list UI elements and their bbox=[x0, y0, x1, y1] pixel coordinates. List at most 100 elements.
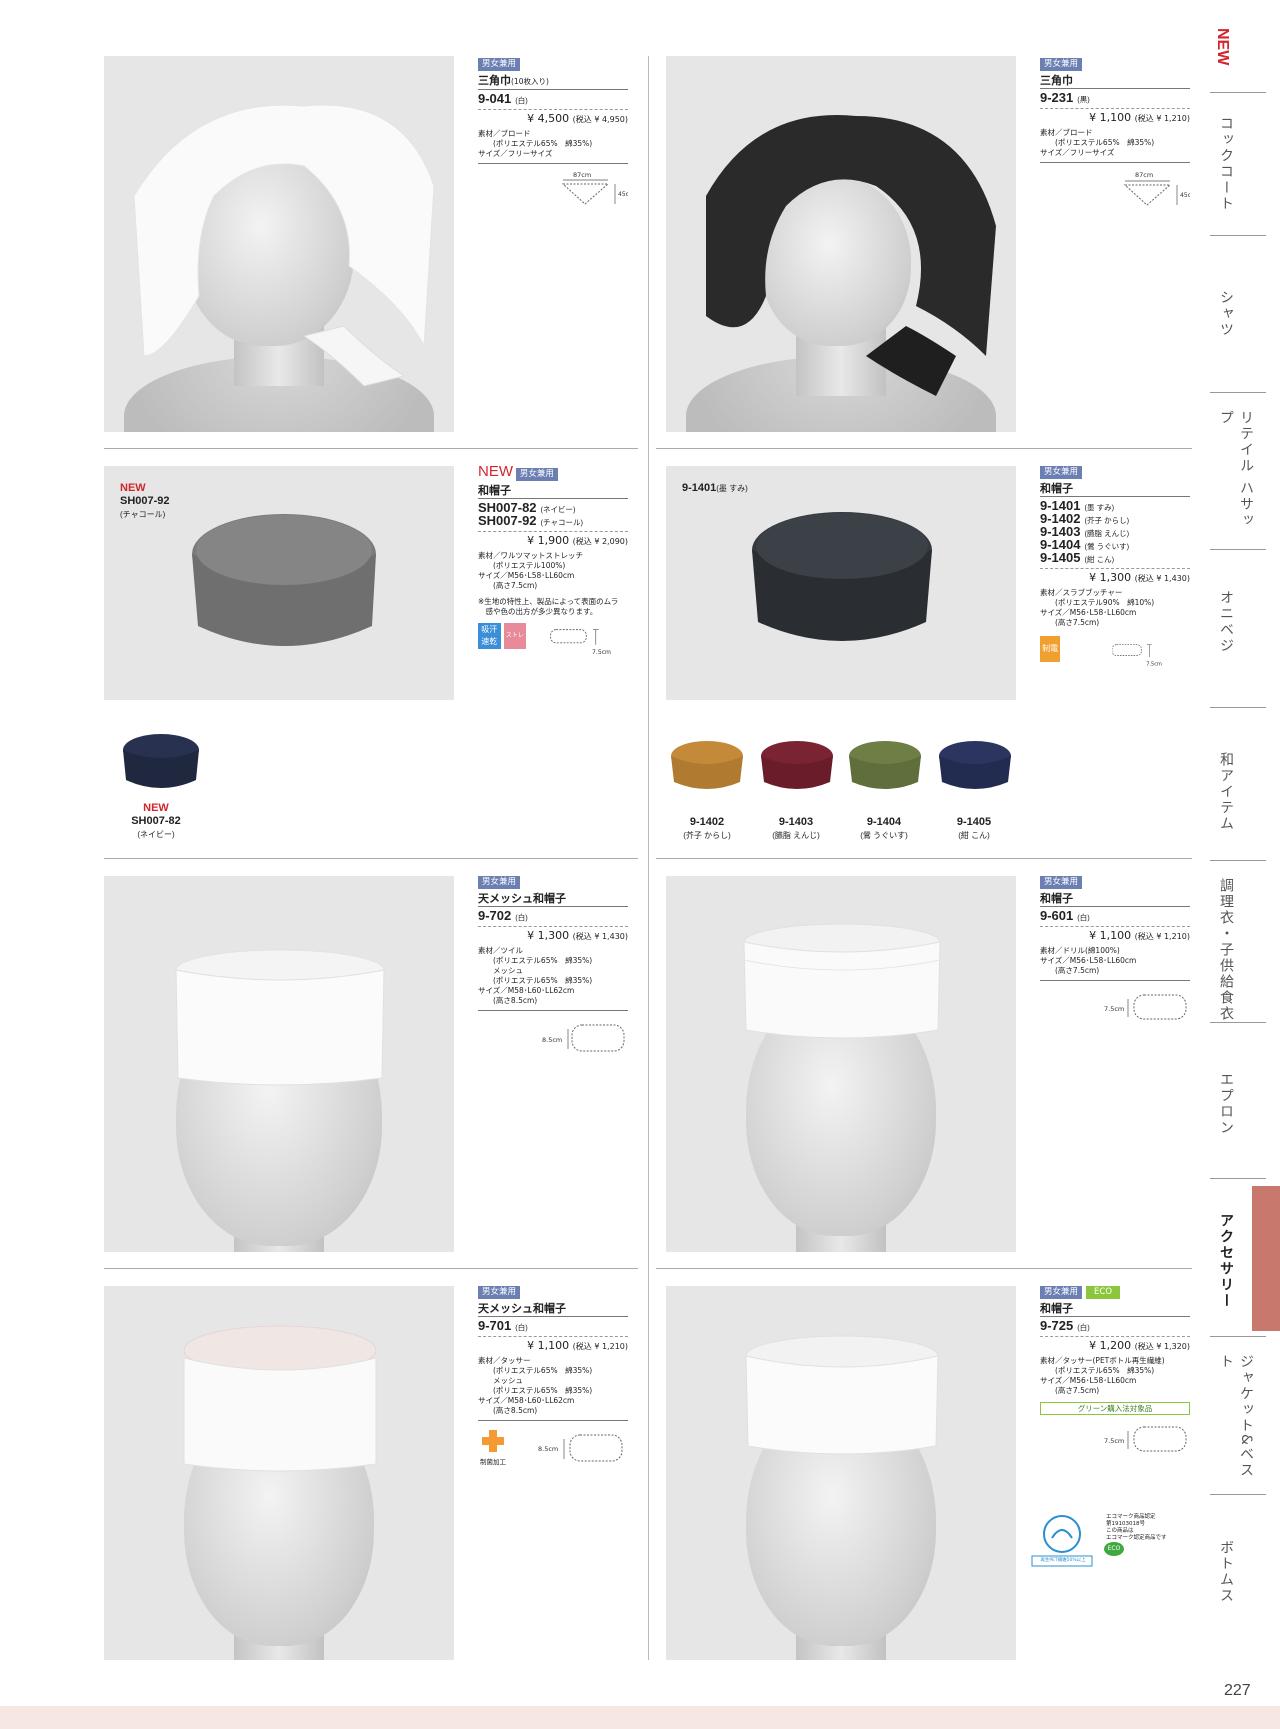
product-spec: 素材／ブロード (ポリエステル65% 綿35%) サイズ／フリーサイズ bbox=[478, 129, 593, 158]
product-price: ¥ 1,100 (税込 ¥ 1,210) bbox=[527, 1339, 628, 1352]
side-tab-accessory-active[interactable] bbox=[1252, 1186, 1280, 1331]
product-spec: 素材／ドリル(綿100%) サイズ／M56･L58･LL60cm (高さ7.5c… bbox=[1040, 946, 1137, 975]
unisex-badge: 男女兼用 bbox=[1040, 466, 1083, 479]
product-name: 和帽子 bbox=[478, 484, 511, 497]
swatch-label-9-1405: 9-1405 (紺 こん) bbox=[956, 816, 992, 840]
unisex-badge: 男女兼用 bbox=[478, 876, 521, 889]
dim-height-label: 45cm bbox=[618, 191, 628, 198]
new-label: NEW bbox=[478, 463, 513, 480]
ecomark-small-icon: ECO bbox=[1104, 1542, 1124, 1556]
stretch-icon: ストレッチ bbox=[503, 623, 527, 665]
product-info-9-231: 男女兼用 三角巾 9-231 (黒) ¥ 1,100 (税込 ¥ 1,210) 素… bbox=[1040, 58, 1197, 225]
product-code-2: SH007-92 (チャコール) bbox=[478, 513, 583, 528]
swatch-label-9-1403: 9-1403 (臙脂 えんじ) bbox=[772, 816, 820, 840]
ecomark-text: エコマーク商品認定 第19103018号 この商品は エコマーク認定商品です bbox=[1106, 1514, 1167, 1541]
eco-white-cap-725 bbox=[745, 1335, 939, 1455]
product-name: 天メッシュ和帽子 bbox=[478, 892, 566, 905]
product-photo-9-601 bbox=[666, 876, 1016, 1252]
dim-height-label: 7.5cm bbox=[1146, 662, 1162, 668]
dim-height-label: 7.5cm bbox=[1104, 1437, 1124, 1445]
product-photo-9-1401 bbox=[666, 466, 1016, 700]
product-info-9-725: 男女兼用 ECO 和帽子 9-725 (白) ¥ 1,200 (税込 ¥ 1,320… bbox=[1040, 1286, 1190, 1465]
product-info-sh007: NEW 男女兼用 和帽子 SH007-82 (ネイビー) SH007-92 (チャコ… bbox=[478, 463, 628, 665]
product-price: ¥ 1,100 (税込 ¥ 1,210) bbox=[1089, 929, 1190, 942]
side-tab-new[interactable]: NEW bbox=[1213, 28, 1231, 65]
unisex-badge: 男女兼用 bbox=[478, 58, 521, 71]
triangle-size-diagram: 87cm 45cm bbox=[561, 171, 635, 205]
pet-fiber-label: 再生PET繊維50%以上 bbox=[1040, 1558, 1086, 1563]
side-tab-apron[interactable]: エプロン bbox=[1216, 1072, 1236, 1136]
product-info-9-702: 男女兼用 天メッシュ和帽子 9-702 (白) ¥ 1,300 (税込 ¥ 1,4… bbox=[478, 876, 628, 1065]
swatch-cap-9-1405[interactable] bbox=[934, 736, 1016, 796]
unisex-badge: 男女兼用 bbox=[1040, 1286, 1083, 1299]
footer-band bbox=[0, 1706, 1280, 1729]
product-info-9-1401: 男女兼用 和帽子 9-1401 (墨 すみ) 9-1402 (芥子 からし) 9-1… bbox=[1040, 466, 1190, 672]
side-tab-cook-coat[interactable]: コックコート bbox=[1216, 116, 1236, 212]
swatch-label-9-1402: 9-1402 (芥子 からし) bbox=[683, 816, 731, 840]
cap-height-diagram: 7.5cm bbox=[550, 629, 611, 656]
side-tab-jacket-vest[interactable]: ジャケット&ベスト bbox=[1216, 1354, 1256, 1494]
eco-badge: ECO bbox=[1086, 1286, 1121, 1299]
unisex-badge: 男女兼用 bbox=[1040, 58, 1083, 71]
cap-height-diagram: 8.5cm bbox=[542, 1024, 625, 1052]
product-name: 天メッシュ和帽子 bbox=[478, 1302, 566, 1315]
dim-height-label: 8.5cm bbox=[542, 1036, 562, 1044]
product-price: ¥ 1,100 (税込 ¥ 1,210) bbox=[1089, 111, 1190, 124]
navy-cap-thumbnail bbox=[123, 734, 199, 788]
black-headscarf bbox=[706, 115, 996, 396]
dim-height-label: 7.5cm bbox=[592, 649, 611, 656]
product-name: 和帽子 bbox=[1040, 892, 1073, 905]
row-divider-1b bbox=[656, 448, 1192, 449]
quick-dry-icon: 吸汗速乾 bbox=[478, 623, 501, 649]
row-divider-2b bbox=[656, 858, 1192, 859]
product-spec: 素材／タッサー (ポリエステル65% 綿35%) メッシュ (ポリエステル65%… bbox=[478, 1356, 593, 1415]
dim-width-label: 87cm bbox=[1135, 171, 1153, 179]
product-note: ※生地の特性上、製品によって表面のムラ 感や色の出方が多少異なります。 bbox=[478, 597, 619, 616]
mesh-top-cap-701 bbox=[183, 1325, 377, 1472]
side-tab-accessory[interactable]: アクセサリー bbox=[1216, 1213, 1236, 1309]
side-tab-onivege[interactable]: オニベジ bbox=[1216, 590, 1236, 654]
product-photo-9-701 bbox=[104, 1286, 454, 1660]
cap-height-diagram: 7.5cm bbox=[1104, 994, 1187, 1020]
product-spec: 素材／ブロード (ポリエステル65% 綿35%) サイズ／フリーサイズ bbox=[1040, 128, 1155, 157]
product-price: ¥ 1,300 (税込 ¥ 1,430) bbox=[1089, 571, 1190, 584]
mesh-top-cap-702 bbox=[175, 949, 385, 1086]
side-tab-retail-haccp[interactable]: リテイル ハサップ bbox=[1216, 410, 1256, 540]
row-divider-3 bbox=[104, 1268, 638, 1269]
unisex-badge: 男女兼用 bbox=[478, 1286, 521, 1299]
swatch-cap-9-1402[interactable] bbox=[666, 736, 748, 796]
swatch-cap-9-1404[interactable] bbox=[844, 736, 926, 796]
triangle-size-diagram: 87cm 45cm bbox=[1123, 171, 1197, 206]
eco-certification-block: 再生PET繊維50%以上 ECO エコマーク商品認定 第19103018号 この… bbox=[1030, 1512, 1200, 1568]
dim-width-label: 87cm bbox=[573, 171, 591, 179]
product-spec: 素材／ツイル (ポリエステル65% 綿35%) メッシュ (ポリエステル65% … bbox=[478, 946, 593, 1005]
side-tab-wa-item[interactable]: 和アイテム bbox=[1216, 752, 1236, 832]
product-price: ¥ 1,300 (税込 ¥ 1,430) bbox=[527, 929, 628, 942]
product-code: 9-701 (白) bbox=[478, 1318, 528, 1333]
antibacterial-mark-icon bbox=[482, 1430, 504, 1452]
unisex-badge: 男女兼用 bbox=[1040, 876, 1083, 889]
antistatic-icon: 制電 bbox=[1040, 636, 1061, 662]
product-info-9-041: 男女兼用 三角巾(10枚入り) 9-041 (白) ¥ 4,500 (税込 ¥ 4… bbox=[478, 58, 635, 220]
cap-height-diagram: 8.5cm bbox=[538, 1434, 623, 1462]
product-name: 三角巾(10枚入り) bbox=[478, 74, 549, 87]
product-spec: 素材／ワルツマットストレッチ (ポリエステル100%) サイズ／M56･L58･… bbox=[478, 551, 583, 590]
product-spec: 素材／スラブブッチャー (ポリエステル90% 綿10%) サイズ／M56･L58… bbox=[1040, 588, 1155, 627]
column-divider bbox=[648, 56, 649, 1660]
swatch-label-9-1404: 9-1404 (鶯 うぐいす) bbox=[860, 816, 908, 840]
page-number: 227 bbox=[1224, 1682, 1251, 1699]
product-info-9-601: 男女兼用 和帽子 9-601 (白) ¥ 1,100 (税込 ¥ 1,210) 素… bbox=[1040, 876, 1190, 1035]
side-tab-cook-uniform[interactable]: 調理衣・子供給食衣 bbox=[1216, 878, 1236, 1028]
product-code: 9-231 (黒) bbox=[1040, 90, 1090, 105]
swatch-cap-9-1403[interactable] bbox=[756, 736, 838, 796]
side-tab-shirt[interactable]: シャツ bbox=[1216, 290, 1236, 338]
cap-height-diagram: 7.5cm bbox=[1104, 1426, 1187, 1452]
product-photo-9-725 bbox=[666, 1286, 1016, 1660]
product-price: ¥ 1,900 (税込 ¥ 2,090) bbox=[527, 534, 628, 547]
photo-label-9-1401: 9-1401(墨 すみ) bbox=[682, 482, 748, 494]
sumi-cap bbox=[752, 512, 932, 641]
product-code: 9-702 (白) bbox=[478, 908, 528, 923]
product-info-9-701: 男女兼用 天メッシュ和帽子 9-701 (白) ¥ 1,100 (税込 ¥ 1,2… bbox=[478, 1286, 628, 1469]
green-purchase-label: グリーン購入法対象品 bbox=[1040, 1402, 1190, 1415]
side-tab-bottoms[interactable]: ボトムス bbox=[1216, 1540, 1236, 1604]
